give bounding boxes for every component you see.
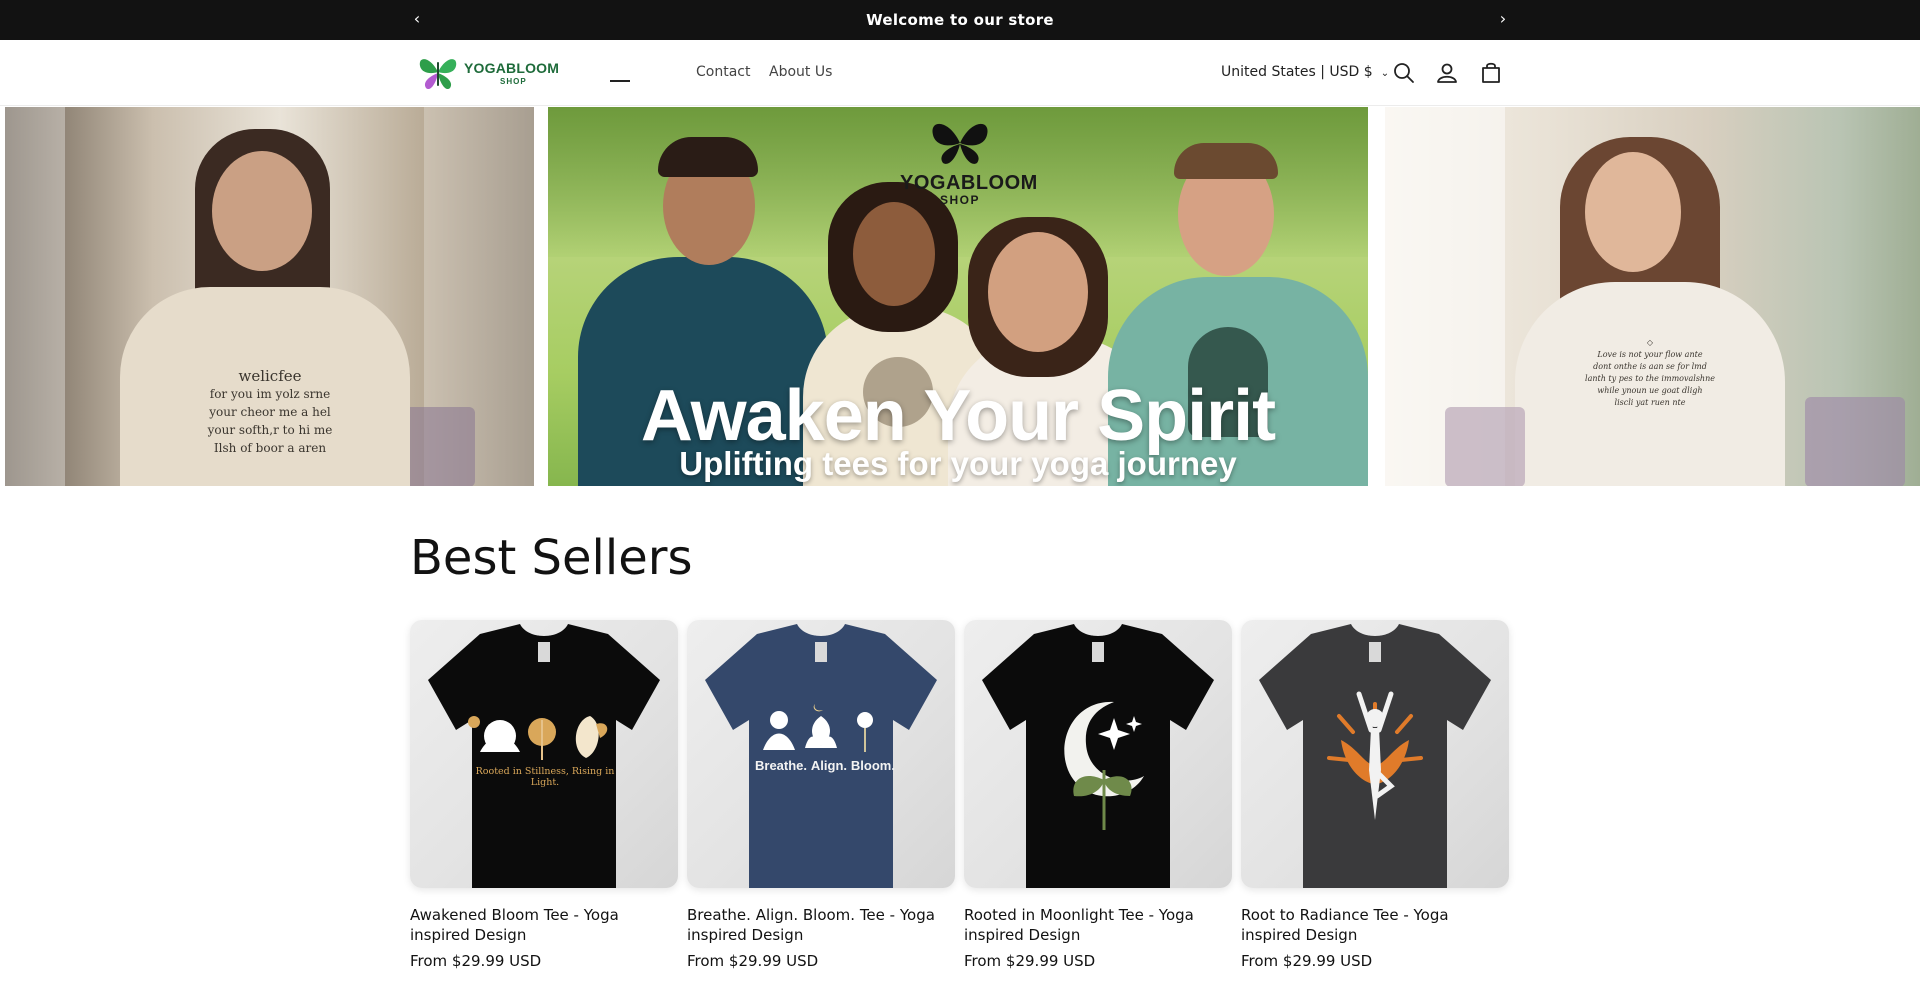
site-logo[interactable]: YOGABLOOM SHOP — [416, 54, 562, 92]
crystals — [405, 407, 475, 486]
hero-image-right: ◇ Love is not your flow ante dont onthe … — [1385, 107, 1920, 486]
hero-subtitle: Uplifting tees for your yoga journey — [679, 445, 1237, 482]
product-card[interactable]: Breathe. Align. Bloom. Breathe. Align. B… — [687, 620, 955, 970]
locale-label: United States | USD $ — [1221, 64, 1373, 80]
tshirt-moon-icon — [982, 624, 1214, 888]
person-head — [853, 202, 935, 306]
tshirt-graphic-text: Rooted in Stillness, Rising in Light. — [475, 766, 615, 788]
chevron-right-icon[interactable]: › — [1492, 8, 1514, 30]
tshirt-graphic-words: Breathe. Align. Bloom. — [755, 758, 895, 773]
cart-icon[interactable] — [1478, 60, 1504, 86]
product-image[interactable] — [964, 620, 1232, 888]
chevron-down-icon: ⌄ — [1380, 68, 1390, 79]
person-hair — [1174, 143, 1278, 179]
logo-subtitle: SHOP — [500, 77, 527, 86]
logo-wordmark: YOGABLOOM — [464, 60, 560, 76]
product-title[interactable]: Awakened Bloom Tee - Yoga inspired Desig… — [410, 905, 678, 945]
hero-logo-subtitle: SHOP — [939, 193, 980, 207]
person-face — [212, 151, 312, 271]
butterfly-icon — [932, 123, 988, 164]
shirt-print: welicfee for you im yolz srne your cheor… — [207, 367, 333, 455]
person-head — [988, 232, 1088, 352]
announcement-bar: ‹ Welcome to our store › — [0, 0, 1920, 40]
product-card[interactable]: Rooted in Moonlight Tee - Yoga inspired … — [964, 620, 1232, 970]
hero-logo-wordmark: YOGABLOOM — [900, 172, 1038, 194]
product-card[interactable]: Rooted in Stillness, Rising in Light. Aw… — [410, 620, 678, 970]
nav-link-contact[interactable]: Contact — [696, 64, 750, 80]
product-card[interactable]: Root to Radiance Tee - Yoga inspired Des… — [1241, 620, 1509, 970]
country-currency-selector[interactable]: United States | USD $ ⌄ — [1221, 64, 1389, 80]
search-icon[interactable] — [1391, 60, 1417, 86]
menu-toggle[interactable] — [610, 80, 630, 82]
person-hair — [658, 137, 758, 177]
curtain — [5, 107, 65, 486]
hero-image-left: welicfee for you im yolz srne your cheor… — [5, 107, 534, 486]
tshirt-word: Breathe. — [755, 758, 808, 773]
product-price: From $29.99 USD — [410, 952, 542, 970]
person-head — [1585, 152, 1681, 272]
nav-link-about-us[interactable]: About Us — [769, 64, 832, 80]
tshirt-black-icon — [428, 624, 660, 888]
hero-logo: YOGABLOOM SHOP — [900, 117, 1038, 207]
product-title[interactable]: Breathe. Align. Bloom. Tee - Yoga inspir… — [687, 905, 955, 945]
site-header: YOGABLOOM SHOP Contact About Us United S… — [0, 40, 1920, 106]
product-title[interactable]: Rooted in Moonlight Tee - Yoga inspired … — [964, 905, 1232, 945]
tshirt-navy-icon — [705, 624, 937, 888]
product-title[interactable]: Root to Radiance Tee - Yoga inspired Des… — [1241, 905, 1509, 945]
section-title-best-sellers: Best Sellers — [410, 530, 693, 586]
product-price: From $29.99 USD — [964, 952, 1096, 970]
product-price: From $29.99 USD — [687, 952, 819, 970]
hero-banner: YOGABLOOM SHOP Awaken Your Spirit Uplift… — [548, 107, 1368, 486]
product-image[interactable]: Rooted in Stillness, Rising in Light. — [410, 620, 678, 888]
butterfly-logo-icon — [419, 59, 457, 90]
product-image[interactable]: Breathe. Align. Bloom. — [687, 620, 955, 888]
tshirt-tree-pose-icon — [1259, 624, 1491, 888]
crystals — [1805, 397, 1905, 486]
crystals — [1445, 407, 1525, 486]
tshirt-word: Align. — [810, 758, 848, 773]
announcement-message: Welcome to our store — [866, 11, 1054, 29]
product-price: From $29.99 USD — [1241, 952, 1373, 970]
product-image[interactable] — [1241, 620, 1509, 888]
account-icon[interactable] — [1434, 60, 1460, 86]
shirt-print: ◇ Love is not your flow ante dont onthe … — [1585, 338, 1715, 407]
tshirt-word: Bloom. — [850, 758, 895, 773]
